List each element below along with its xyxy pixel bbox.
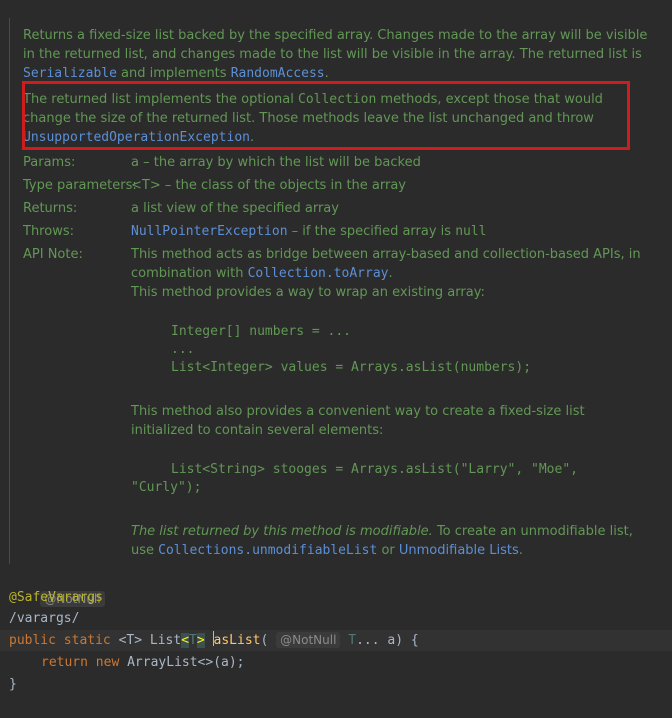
- params-label: Params:: [23, 155, 76, 170]
- doc-text: .: [518, 543, 523, 558]
- link-collections-unmodifiable-list[interactable]: Collections.unmodifiableList: [158, 543, 377, 558]
- api-note-row: API Note: This method acts as bridge bet…: [23, 245, 663, 305]
- keyword-new: new: [95, 655, 120, 670]
- bracket-close: >: [196, 633, 205, 648]
- example-1-line-1: Integer[] numbers = ...: [171, 324, 352, 339]
- paren-open: (: [260, 633, 269, 648]
- highlight-box: [22, 81, 630, 150]
- type-params-label: Type parameters:: [23, 178, 137, 193]
- type-params-value: <T> – the class of the objects in the ar…: [131, 178, 406, 193]
- type-parameter: <T>: [118, 633, 143, 648]
- param-rest: ... a) {: [356, 633, 419, 648]
- throws-label: Throws:: [23, 224, 74, 239]
- link-random-access[interactable]: RandomAccess: [231, 66, 325, 81]
- doc-text: .: [324, 66, 329, 81]
- type-argument: T: [189, 633, 197, 648]
- params-value: a – the array by which the list will be …: [131, 155, 421, 170]
- link-null-pointer-exception[interactable]: NullPointerException: [131, 224, 288, 239]
- doc-text: or: [377, 543, 399, 558]
- param-type: T: [348, 633, 357, 648]
- doc-paragraph-1: Returns a fixed-size list backed by the …: [23, 26, 663, 83]
- type-params-row: Type parameters: <T> – the class of the …: [23, 176, 663, 196]
- code-line-return: return new ArrayList<>(a);: [41, 652, 245, 673]
- doc-description: Returns a fixed-size list backed by the …: [23, 26, 663, 83]
- return-expression: ArrayList<>(a);: [127, 655, 245, 670]
- example-2-line-2: "Curly");: [131, 480, 202, 495]
- code-line-annotation: @SafeVarargs: [9, 590, 103, 605]
- link-unmodifiable-lists[interactable]: Unmodifiable Lists: [399, 543, 519, 558]
- keyword-public: public: [9, 633, 56, 648]
- returns-value: a list view of the specified array: [131, 201, 339, 216]
- code-line-comment: /varargs/: [9, 611, 80, 626]
- doc-left-rule: [9, 18, 10, 564]
- params-row: Params: a – the array by which the list …: [23, 153, 663, 173]
- api-note-line-2: This method provides a way to wrap an ex…: [131, 285, 485, 300]
- api-note-value: This method acts as bridge between array…: [131, 245, 663, 302]
- link-serializable[interactable]: Serializable: [23, 66, 117, 81]
- api-note-line-3: This method also provides a convenient w…: [131, 404, 585, 438]
- doc-text: .: [388, 266, 393, 281]
- code-editor[interactable]: @NotNull @SafeVarargs /varargs/ public s…: [0, 568, 672, 718]
- link-collection-to-array[interactable]: Collection.toArray: [248, 266, 389, 281]
- javadoc-popup: Returns a fixed-size list backed by the …: [0, 0, 672, 565]
- doc-text: – if the specified array is: [287, 224, 456, 239]
- throws-value: NullPointerException – if the specified …: [131, 222, 663, 241]
- code-null: null: [455, 224, 487, 239]
- method-name[interactable]: asList: [214, 633, 261, 648]
- doc-text: Returns a fixed-size list backed by the …: [23, 28, 648, 62]
- bracket-open: <: [181, 633, 190, 648]
- example-1-line-2: ...: [171, 342, 195, 357]
- modifiable-note: The list returned by this method is modi…: [131, 524, 433, 539]
- api-note-label: API Note:: [23, 247, 83, 262]
- keyword-static: static: [63, 633, 111, 648]
- return-type: List: [149, 633, 182, 648]
- example-2-line-1: List<String> stooges = Arrays.asList("La…: [171, 462, 578, 477]
- inlay-hint-param-notnull[interactable]: @NotNull: [276, 632, 341, 648]
- code-line-inlay: @NotNull: [9, 568, 105, 607]
- code-line-close-brace: }: [9, 677, 17, 692]
- api-note-line-4: The list returned by this method is modi…: [131, 522, 651, 560]
- keyword-return: return: [41, 655, 88, 670]
- returns-row: Returns: a list view of the specified ar…: [23, 199, 663, 219]
- doc-text: and implements: [116, 66, 231, 81]
- returns-label: Returns:: [23, 201, 78, 216]
- api-note-line-1: This method acts as bridge between array…: [131, 245, 663, 283]
- throws-row: Throws: NullPointerException – if the sp…: [23, 222, 663, 242]
- code-line-signature: public static <T> List<T> asList( @NotNu…: [9, 630, 419, 651]
- example-1-line-3: List<Integer> values = Arrays.asList(num…: [171, 360, 532, 375]
